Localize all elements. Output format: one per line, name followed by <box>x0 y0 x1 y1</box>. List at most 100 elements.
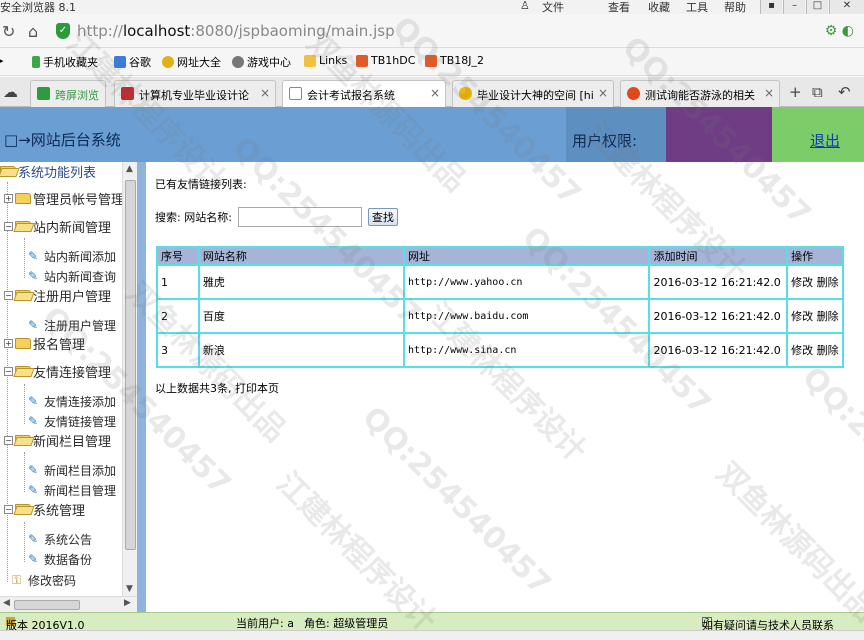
app-title: □→网站后台系统 <box>4 131 121 149</box>
bookmark-label: 网址大全 <box>177 56 221 69</box>
sidebar-item-label: 友情连接添加 <box>44 395 117 409</box>
sidebar-hscrollbar[interactable]: ◀ ▶ <box>0 596 137 612</box>
scroll-thumb[interactable] <box>125 180 136 550</box>
sidebar-item-users-manage[interactable]: ✎ 注册用户管理 <box>28 317 116 334</box>
close-icon[interactable]: × <box>260 86 270 100</box>
sidebar-item-links-manage[interactable]: ✎ 友情链接管理 <box>28 413 116 430</box>
cloud-icon[interactable]: ☁ <box>3 83 18 101</box>
sidebar-item-columns-manage[interactable]: ✎ 新闻栏目管理 <box>28 482 116 499</box>
collapse-icon[interactable]: − <box>4 505 13 514</box>
table-row: 2 百度 http://www.baidu.com 2016-03-12 16:… <box>156 298 844 334</box>
collapse-icon[interactable]: − <box>4 367 13 376</box>
minimize-icon[interactable]: – <box>783 0 805 14</box>
hscroll-thumb[interactable] <box>14 600 80 610</box>
bookmarks-bar: ▸ 手机收藏夹 谷歌 网址大全 游戏中心 Links TB1hDC TB18J_… <box>0 48 864 76</box>
summary-text[interactable]: 以上数据共3条, 打印本页 <box>155 380 279 396</box>
tab-accounting-exam[interactable]: 会计考试报名系统 × <box>282 80 446 108</box>
tab-cross-screen[interactable]: 跨屏浏览 <box>30 80 106 107</box>
delete-link[interactable]: 删除 <box>817 344 839 357</box>
edit-page-icon: ✎ <box>28 318 39 332</box>
restore-tab-icon[interactable]: ⧉ <box>812 83 823 101</box>
scroll-down-icon[interactable]: ▼ <box>126 584 133 594</box>
tab-label: 毕业设计大神的空间 [hi <box>477 89 594 102</box>
sidebar-item-news-query[interactable]: ✎ 站内新闻查询 <box>28 268 116 285</box>
collapse-icon[interactable]: − <box>4 436 13 445</box>
sidebar-item-news-add[interactable]: ✎ 站内新闻添加 <box>28 248 116 265</box>
undo-icon[interactable]: ↶ <box>838 83 851 101</box>
menu-favorites[interactable]: 收藏 <box>648 0 670 15</box>
expand-icon[interactable]: + <box>4 194 13 203</box>
edit-page-icon: ✎ <box>28 249 39 263</box>
tab-graduation-design[interactable]: 计算机专业毕业设计论 × <box>114 80 276 107</box>
sidebar-item-news[interactable]: − 站内新闻管理 <box>4 217 111 236</box>
refresh-icon[interactable]: ↻ <box>2 22 15 41</box>
scroll-left-icon[interactable]: ◀ <box>3 598 10 608</box>
search-input[interactable] <box>237 207 362 227</box>
sidebar-item-label: 新闻栏目管理 <box>44 484 117 498</box>
scroll-right-icon[interactable]: ▶ <box>124 598 131 608</box>
security-shield-icon[interactable]: ✓ <box>56 23 70 39</box>
edit-page-icon: ✎ <box>28 394 39 408</box>
user-icon[interactable]: ♙ <box>520 0 530 12</box>
close-icon[interactable]: × <box>598 86 608 100</box>
bookmark-tb1hdc[interactable]: TB1hDC <box>356 54 415 67</box>
cell-url: http://www.sina.cn <box>403 332 651 368</box>
bookmark-mobile[interactable]: 手机收藏夹 <box>32 54 98 70</box>
close-window-icon[interactable]: ✕ <box>829 0 864 14</box>
bookmark-label: 游戏中心 <box>247 56 291 69</box>
bookmark-google[interactable]: 谷歌 <box>114 54 151 70</box>
sidebar-item-password[interactable]: ⚿ 修改密码 <box>12 572 76 589</box>
pin-icon[interactable]: ▪ <box>760 0 782 14</box>
new-tab-icon[interactable]: + <box>789 83 802 101</box>
main-content: 已有友情链接列表: 搜索: 网站名称: 查找 序号 网站名称 网址 添加时间 操… <box>146 162 864 612</box>
logout-link[interactable]: 退出 <box>810 130 840 151</box>
expand-icon[interactable]: + <box>4 339 13 348</box>
sidebar-item-system-notice[interactable]: ✎ 系统公告 <box>28 531 92 548</box>
menu-help[interactable]: 帮助 <box>724 0 746 15</box>
bookmark-label: 手机收藏夹 <box>43 56 98 69</box>
menu-tools[interactable]: 工具 <box>686 0 708 15</box>
tab-space[interactable]: 毕业设计大神的空间 [hi × <box>452 80 614 107</box>
edit-link[interactable]: 修改 <box>791 344 813 357</box>
sidebar-item-columns-add[interactable]: ✎ 新闻栏目添加 <box>28 462 116 479</box>
bookmark-folder-icon[interactable]: ▸ <box>0 54 4 67</box>
frame-splitter[interactable] <box>137 162 146 612</box>
bookmark-tb18j[interactable]: TB18J_2 <box>425 54 484 67</box>
scroll-up-icon[interactable]: ▲ <box>126 164 133 174</box>
tab-search[interactable]: 测试询能否游泳的相关 × <box>620 80 780 107</box>
sidebar-item-users[interactable]: − 注册用户管理 <box>4 286 111 305</box>
sidebar-item-signup[interactable]: + 报名管理 <box>4 334 85 353</box>
app-header: □→网站后台系统 用户权限: 退出 <box>0 107 864 162</box>
maximize-icon[interactable]: □ <box>806 0 828 14</box>
sidebar-item-system-backup[interactable]: ✎ 数据备份 <box>28 551 92 568</box>
cell-time: 2016-03-12 16:21:42.0 <box>648 332 789 368</box>
sidebar-item-links[interactable]: − 友情连接管理 <box>4 362 111 381</box>
close-icon[interactable]: × <box>764 86 774 100</box>
bookmark-links[interactable]: Links <box>304 54 347 67</box>
cell-actions: 修改 删除 <box>786 298 844 334</box>
sidebar-item-admin[interactable]: + 管理员帐号管理 <box>4 189 124 208</box>
sidebar-item-links-add[interactable]: ✎ 友情连接添加 <box>28 393 116 410</box>
menu-view[interactable]: 查看 <box>608 0 630 15</box>
delete-link[interactable]: 删除 <box>817 276 839 289</box>
sidebar-item-system[interactable]: − 系统管理 <box>4 500 85 519</box>
close-icon[interactable]: × <box>430 86 440 100</box>
url-field[interactable]: http://localhost:8080/jspbaoming/main.js… <box>77 22 395 40</box>
home-icon[interactable]: ⌂ <box>28 22 38 41</box>
edit-link[interactable]: 修改 <box>791 310 813 323</box>
delete-link[interactable]: 删除 <box>817 310 839 323</box>
edit-page-icon: ✎ <box>28 414 39 428</box>
speed-icons[interactable]: ⚙ ◐ <box>825 23 854 39</box>
collapse-icon[interactable]: − <box>4 291 13 300</box>
sidebar-scrollbar[interactable]: ▲ ▼ <box>122 162 137 596</box>
collapse-icon[interactable]: − <box>4 222 13 231</box>
bookmark-hao123[interactable]: 网址大全 <box>162 54 221 70</box>
bookmark-games[interactable]: 游戏中心 <box>232 54 291 70</box>
status-bar: 版本 2016V1.0 当前用户: a 角色: 超级管理员 ? 如有疑问请与技术人… <box>0 612 864 632</box>
edit-link[interactable]: 修改 <box>791 276 813 289</box>
phone-icon <box>32 56 40 68</box>
search-button[interactable]: 查找 <box>367 208 398 226</box>
menu-file[interactable]: 文件 <box>542 0 564 15</box>
sidebar-root[interactable]: 系统功能列表 <box>0 162 96 181</box>
sidebar-item-columns[interactable]: − 新闻栏目管理 <box>4 431 111 450</box>
